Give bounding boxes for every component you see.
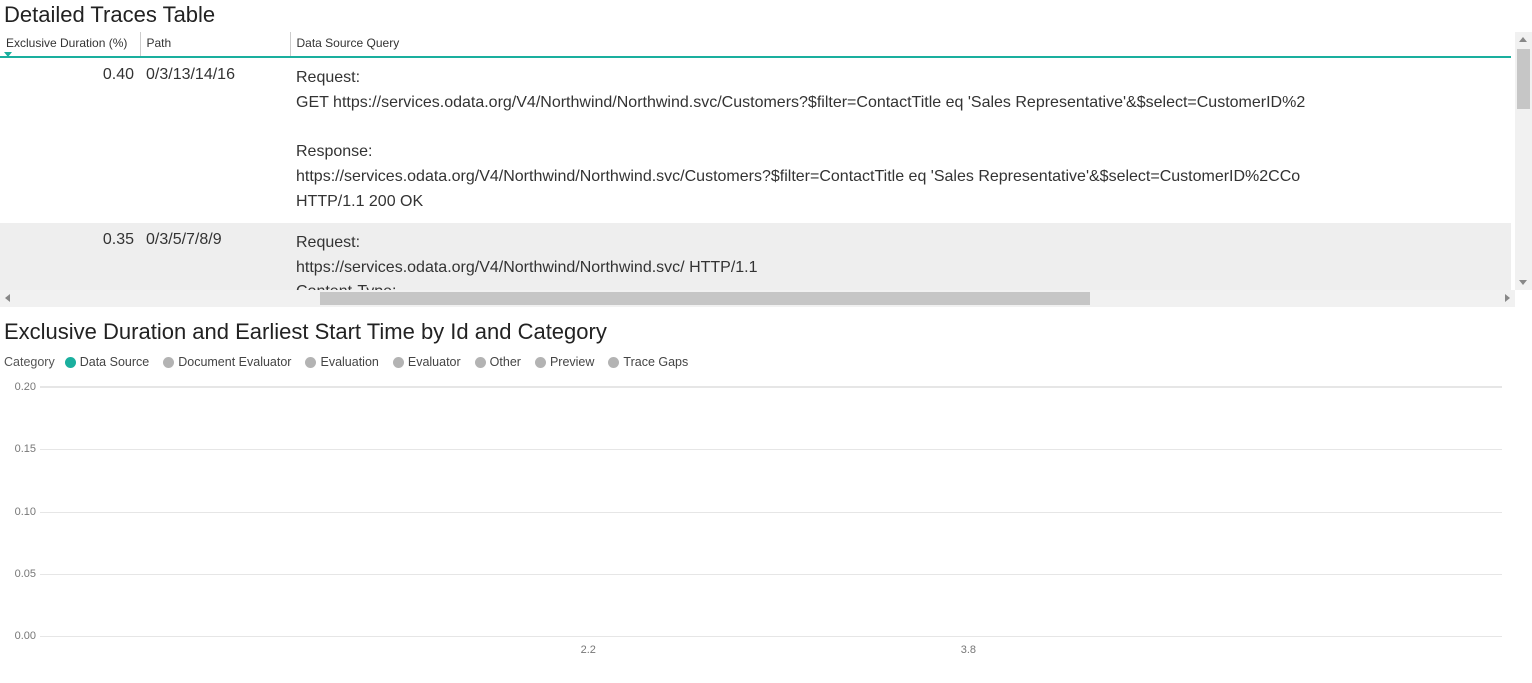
legend-swatch-icon [305, 357, 316, 368]
legend-label: Document Evaluator [178, 355, 291, 369]
legend-item[interactable]: Document Evaluator [163, 355, 291, 369]
x-tick-label: 3.8 [961, 644, 976, 656]
cell-path: 0/3/13/14/16 [140, 57, 290, 223]
cell-duration: 0.40 [0, 57, 140, 223]
column-label: Data Source Query [297, 36, 400, 50]
y-tick-label: 0.00 [6, 630, 36, 642]
y-tick-label: 0.10 [6, 506, 36, 518]
column-header-query[interactable]: Data Source Query [290, 32, 1511, 57]
horizontal-scroll-thumb[interactable] [320, 292, 1090, 305]
legend-title: Category [4, 355, 55, 369]
vertical-scrollbar[interactable] [1515, 32, 1532, 290]
y-tick-label: 0.20 [6, 381, 36, 393]
legend-swatch-icon [535, 357, 546, 368]
legend-item[interactable]: Evaluator [393, 355, 461, 369]
legend-label: Other [490, 355, 521, 369]
legend-swatch-icon [608, 357, 619, 368]
y-tick-label: 0.05 [6, 568, 36, 580]
column-header-duration[interactable]: Exclusive Duration (%) [0, 32, 140, 57]
chart-legend: Category Data Source Document Evaluator Ev… [0, 353, 1532, 381]
chart-title: Exclusive Duration and Earliest Start Ti… [0, 307, 1532, 353]
sort-descending-icon [4, 52, 12, 57]
legend-label: Data Source [80, 355, 149, 369]
table-row[interactable]: 0.400/3/13/14/16Request: GET https://ser… [0, 57, 1511, 223]
legend-label: Trace Gaps [623, 355, 688, 369]
legend-swatch-icon [393, 357, 404, 368]
bars-group [40, 387, 1502, 636]
legend-label: Evaluation [320, 355, 378, 369]
column-label: Path [147, 36, 172, 50]
legend-item[interactable]: Preview [535, 355, 594, 369]
legend-item[interactable]: Evaluation [305, 355, 378, 369]
horizontal-scrollbar[interactable] [0, 290, 1515, 307]
chart-area[interactable]: 0.000.050.100.150.20 2.23.8 [40, 381, 1502, 656]
traces-scroll-region: Exclusive Duration (%) Path Data Source … [0, 32, 1532, 307]
legend-swatch-icon [475, 357, 486, 368]
legend-label: Preview [550, 355, 594, 369]
column-header-path[interactable]: Path [140, 32, 290, 57]
traces-table: Exclusive Duration (%) Path Data Source … [0, 32, 1511, 307]
cell-query: Request: GET https://services.odata.org/… [290, 57, 1511, 223]
legend-item[interactable]: Trace Gaps [608, 355, 688, 369]
legend-swatch-icon [65, 357, 76, 368]
x-tick-label: 2.2 [581, 644, 596, 656]
legend-label: Evaluator [408, 355, 461, 369]
grid-line [40, 636, 1502, 637]
legend-item[interactable]: Data Source [65, 355, 149, 369]
y-tick-label: 0.15 [6, 443, 36, 455]
traces-title: Detailed Traces Table [0, 0, 1532, 32]
column-label: Exclusive Duration (%) [6, 36, 127, 50]
legend-swatch-icon [163, 357, 174, 368]
legend-item[interactable]: Other [475, 355, 521, 369]
vertical-scroll-thumb[interactable] [1517, 49, 1530, 109]
